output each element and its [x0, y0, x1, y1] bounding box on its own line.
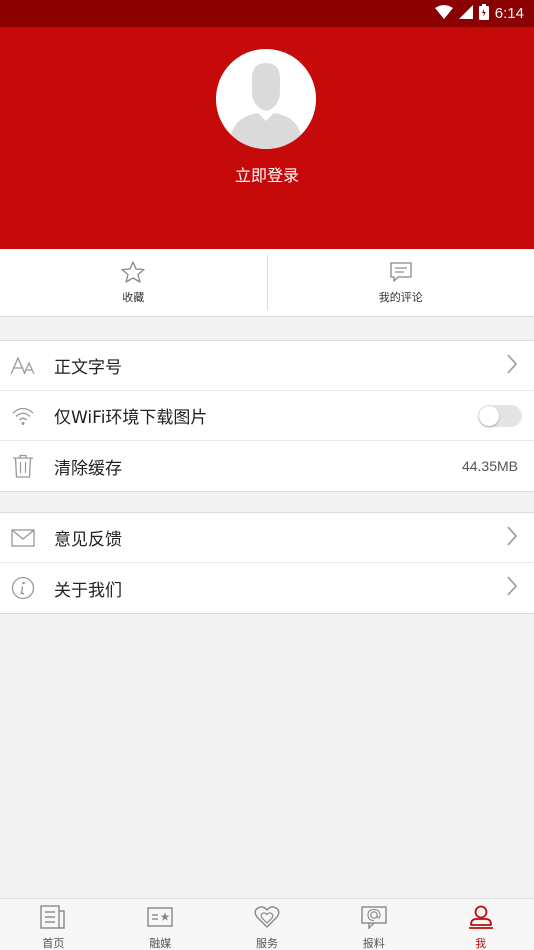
my-comments-button[interactable]: 我的评论 — [268, 249, 534, 316]
feedback-row[interactable]: 意见反馈 — [0, 513, 534, 563]
clear-cache-row[interactable]: 清除缓存 44.35MB — [0, 441, 534, 491]
font-size-label: 正文字号 — [54, 358, 122, 378]
font-size-row[interactable]: 正文字号 — [0, 341, 534, 391]
wifi-image-label: 仅WiFi环境下载图片 — [54, 408, 208, 428]
clear-cache-label: 清除缓存 — [54, 458, 122, 479]
tab-service-label: 服务 — [255, 937, 278, 950]
about-row[interactable]: 关于我们 — [0, 563, 534, 613]
wifi-image-row: 仅WiFi环境下载图片 — [0, 391, 534, 441]
media-icon — [147, 905, 173, 933]
wifi-icon — [0, 406, 54, 426]
chevron-right-icon — [506, 575, 518, 601]
user-icon — [468, 905, 494, 933]
report-icon — [361, 905, 387, 933]
star-icon — [121, 260, 145, 283]
tab-me[interactable]: 我 — [427, 899, 534, 950]
feedback-label: 意见反馈 — [54, 530, 122, 550]
login-button[interactable]: 立即登录 — [0, 162, 534, 186]
tab-home-label: 首页 — [42, 937, 65, 950]
tab-home[interactable]: 首页 — [0, 899, 107, 950]
quick-actions: 收藏 我的评论 — [0, 249, 534, 317]
status-time: 6:14 — [494, 5, 524, 22]
info-icon — [0, 576, 54, 600]
about-label: 关于我们 — [54, 580, 122, 601]
settings-group: 正文字号 仅WiFi环境下载图片 清除缓存 44.35MB — [0, 340, 534, 492]
font-size-icon — [0, 355, 54, 376]
trash-icon — [0, 454, 54, 478]
wifi-image-toggle[interactable] — [478, 404, 522, 427]
cell-signal-icon — [458, 4, 473, 23]
tab-report-label: 报料 — [362, 937, 385, 950]
wifi-signal-icon — [434, 4, 453, 23]
mail-icon — [0, 528, 54, 547]
favorites-button[interactable]: 收藏 — [0, 249, 267, 316]
tab-media-label: 融媒 — [149, 937, 172, 950]
news-icon — [40, 905, 66, 933]
status-icons: 6:14 — [434, 3, 524, 24]
tab-me-label: 我 — [475, 937, 487, 950]
info-group: 意见反馈 关于我们 — [0, 512, 534, 614]
tab-service[interactable]: 服务 — [214, 899, 321, 950]
toggle-knob — [479, 405, 499, 426]
chevron-right-icon — [506, 353, 518, 379]
default-user-icon — [216, 49, 316, 149]
battery-icon — [478, 3, 489, 24]
cache-size: 44.35MB — [461, 458, 518, 474]
bottom-tab-bar: 首页 融媒 服务 报料 我 — [0, 898, 534, 950]
profile-header: 立即登录 — [0, 27, 534, 249]
comment-icon — [389, 261, 413, 283]
chevron-right-icon — [506, 525, 518, 551]
avatar[interactable] — [216, 49, 316, 149]
tab-report[interactable]: 报料 — [320, 899, 427, 950]
status-bar: 6:14 — [0, 0, 534, 27]
my-comments-label: 我的评论 — [378, 290, 423, 304]
tab-media[interactable]: 融媒 — [107, 899, 214, 950]
service-heart-icon — [254, 905, 280, 933]
favorites-label: 收藏 — [122, 290, 145, 304]
